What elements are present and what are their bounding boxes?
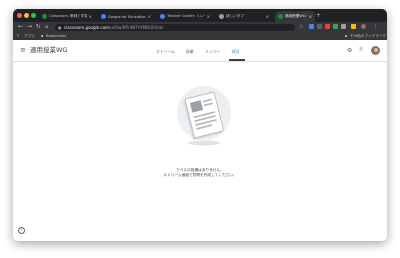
tab-title: Teacher Center: トレーニング — [167, 14, 205, 18]
tab-strip: Classroom: 教師と学習を管理 × Google for Educati… — [13, 9, 387, 22]
close-icon[interactable]: × — [89, 14, 92, 19]
browser-tab[interactable]: 新しいタブ × — [216, 11, 272, 22]
tab-title: 新しいタブ — [226, 14, 244, 18]
new-tab-favicon-icon — [219, 14, 224, 19]
extension-icon[interactable] — [333, 24, 338, 29]
back-arrow-icon[interactable]: ← — [18, 23, 23, 31]
browser-window: Classroom: 教師と学習を管理 × Google for Educati… — [13, 9, 387, 241]
more-vert-icon[interactable]: ⋮ — [373, 23, 378, 31]
reload-icon[interactable]: ↻ — [36, 23, 41, 31]
classroom-header: ≡ 適用授業WG ストリーム 授業 メンバー 採点 ⚙ ⠿ — [13, 40, 387, 62]
close-icon[interactable]: × — [148, 14, 151, 19]
home-icon[interactable]: ⌂ — [45, 23, 48, 31]
hamburger-menu-icon[interactable]: ≡ — [20, 46, 26, 54]
close-window-button[interactable] — [17, 13, 22, 18]
browser-tab[interactable]: Google for Education: Teachi × — [98, 11, 154, 22]
new-tab-icon[interactable]: + — [316, 12, 321, 19]
extension-icon[interactable] — [317, 24, 322, 29]
star-icon[interactable]: ☆ — [299, 23, 303, 31]
tab-title: 適用授業WG: 授業課題 — [285, 14, 307, 18]
classroom-favicon-icon — [278, 14, 283, 19]
tab-title: Classroom: 教師と学習を管理 — [49, 14, 87, 18]
tab-title: Google for Education: Teachi — [108, 14, 146, 19]
google-favicon-icon — [101, 14, 106, 19]
close-icon[interactable]: × — [207, 14, 210, 19]
url-path: /u/0/w/NTc4NTY4MDU0/t/all — [108, 24, 164, 30]
extension-icon[interactable] — [351, 24, 356, 29]
address-bar[interactable]: ● classroom.google.com/u/0/w/NTc4NTY4MDU… — [55, 23, 295, 31]
class-title[interactable]: 適用授業WG — [30, 46, 67, 54]
selected-tab-indicator — [229, 59, 245, 61]
classroom-favicon-icon — [42, 14, 47, 19]
empty-state-illustration — [177, 86, 231, 146]
profile-avatar-icon[interactable] — [361, 24, 366, 29]
lock-icon: ● — [58, 24, 62, 30]
extension-icon[interactable] — [325, 24, 330, 29]
extension-icon[interactable] — [309, 24, 314, 29]
close-icon[interactable]: × — [309, 14, 312, 19]
help-icon[interactable]: ? — [18, 227, 25, 234]
folder-icon[interactable]: ▪ — [345, 33, 347, 39]
tab-grades[interactable]: 採点 — [232, 49, 240, 55]
tab-classwork[interactable]: 授業 — [186, 49, 194, 55]
bookmark-apps[interactable]: アプリ — [24, 33, 35, 39]
bookmark-item[interactable]: Bookmarks — [46, 33, 66, 39]
close-icon[interactable]: × — [266, 14, 269, 19]
avatar[interactable] — [371, 46, 380, 55]
forward-arrow-icon[interactable]: → — [27, 23, 32, 31]
tab-people[interactable]: メンバー — [205, 49, 220, 55]
bookmark-folder-icon[interactable]: ▪ — [41, 33, 43, 39]
settings-gear-icon[interactable]: ⚙ — [347, 47, 352, 54]
minimize-window-button[interactable] — [24, 13, 29, 18]
url-host: classroom.google.com — [64, 24, 109, 30]
apps-grid-icon[interactable]: ⠿ — [359, 47, 363, 54]
google-favicon-icon — [160, 14, 165, 19]
browser-tab-active[interactable]: 適用授業WG: 授業課題 × — [275, 11, 315, 22]
empty-state-subtitle: ストリーム画面で質問を作成してください。 — [163, 173, 237, 177]
browser-tab[interactable]: Classroom: 教師と学習を管理 × — [39, 11, 95, 22]
extension-icon[interactable] — [341, 24, 346, 29]
browser-tab[interactable]: Teacher Center: トレーニング × — [157, 11, 213, 22]
other-bookmarks[interactable]: その他のブックマーク — [350, 33, 386, 39]
zoom-window-button[interactable] — [31, 13, 36, 18]
browser-toolbar: ← → ↻ ⌂ ● classroom.google.com/u/0/w/NTc… — [13, 22, 387, 32]
apps-grid-icon[interactable]: ⠿ — [17, 33, 20, 39]
tab-stream[interactable]: ストリーム — [156, 49, 175, 55]
